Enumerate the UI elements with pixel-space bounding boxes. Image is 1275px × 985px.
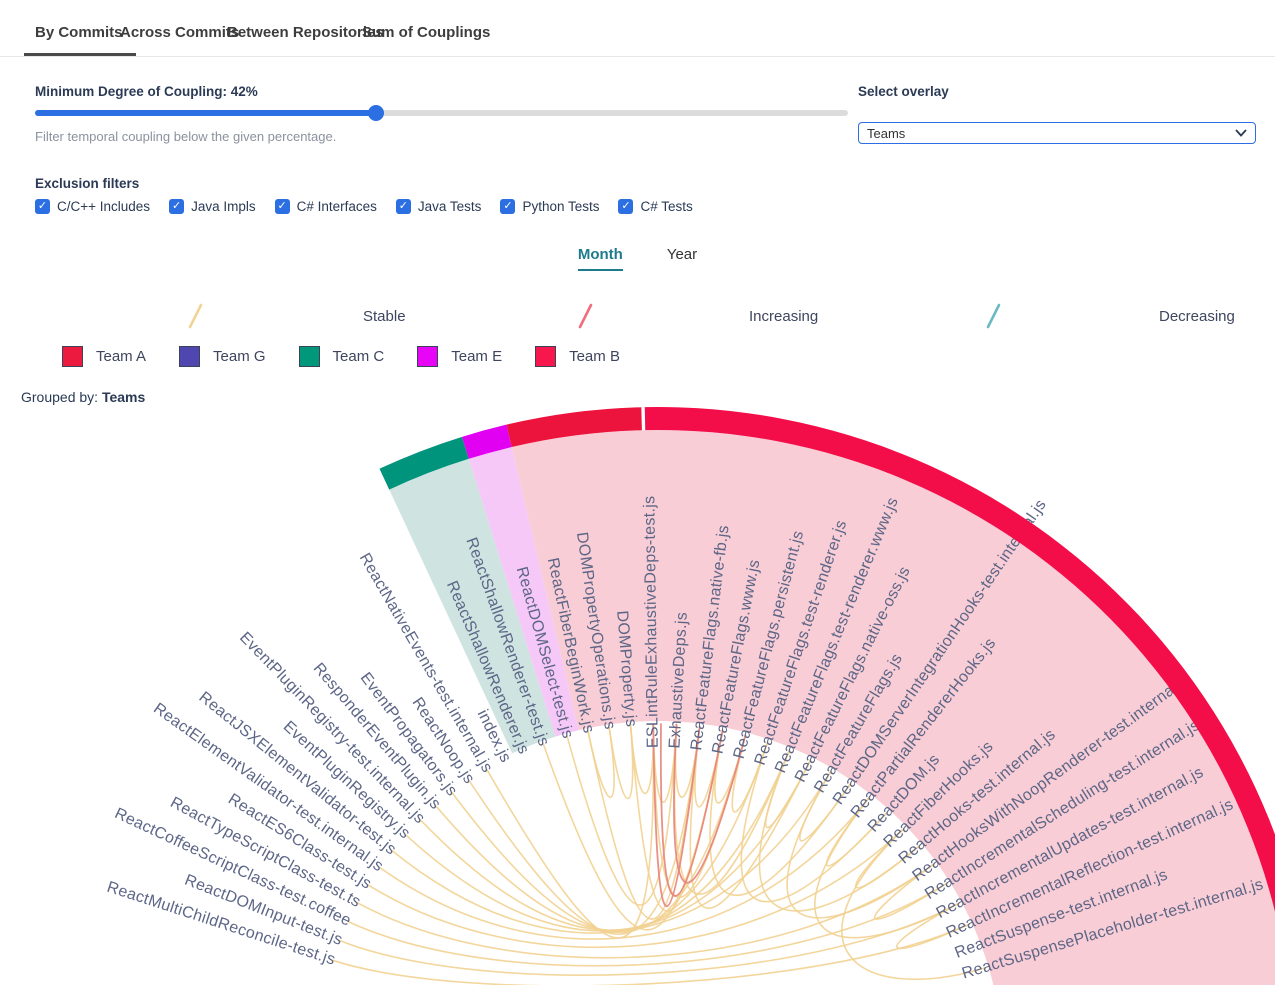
stable-line-icon bbox=[185, 302, 207, 330]
tab-sum-of-couplings[interactable]: Sum of Couplings bbox=[362, 24, 490, 41]
exclusion-filter-group: ✓ C/C++ Includes ✓ Java Impls ✓ C# Interfaces… bbox=[35, 199, 693, 214]
overlay-select[interactable]: Teams bbox=[858, 122, 1256, 144]
trend-label-decreasing: Decreasing bbox=[1159, 308, 1235, 325]
team-label: Team G bbox=[213, 348, 266, 365]
checkbox-c-interfaces[interactable]: ✓ bbox=[275, 199, 290, 214]
filter-c-interfaces[interactable]: ✓ C# Interfaces bbox=[275, 199, 377, 214]
coupling-edge bbox=[392, 771, 831, 933]
period-month[interactable]: Month bbox=[578, 246, 623, 271]
filter-python-tests[interactable]: ✓ Python Tests bbox=[500, 199, 599, 214]
slider-fill bbox=[35, 110, 376, 116]
coupling-help-text: Filter temporal coupling below the given… bbox=[35, 129, 336, 144]
checkbox-java-impls[interactable]: ✓ bbox=[169, 199, 184, 214]
app-page: ReactMultiChildReconcile-test.jsReactDOM… bbox=[0, 0, 1275, 985]
filter-label: C/C++ Includes bbox=[57, 199, 150, 214]
legend-team-a: Team A bbox=[62, 346, 146, 367]
team-label: Team E bbox=[451, 348, 502, 365]
checkbox-c-tests[interactable]: ✓ bbox=[618, 199, 633, 214]
swatch-team-a bbox=[62, 346, 83, 367]
filter-java-tests[interactable]: ✓ Java Tests bbox=[396, 199, 482, 214]
coupling-slider[interactable] bbox=[35, 105, 848, 121]
filter-label: Java Impls bbox=[191, 199, 256, 214]
coupling-slider-label: Minimum Degree of Coupling: 42% bbox=[35, 84, 258, 99]
coupling-edge bbox=[357, 864, 934, 958]
filter-label: Python Tests bbox=[522, 199, 599, 214]
overlay-select-value: Teams bbox=[867, 126, 905, 141]
filter-label: C# Tests bbox=[640, 199, 692, 214]
checkbox-c-c-includes[interactable]: ✓ bbox=[35, 199, 50, 214]
swatch-team-g bbox=[179, 346, 200, 367]
coupling-edge bbox=[406, 760, 811, 931]
team-label: Team A bbox=[96, 348, 146, 365]
period-toggle: Month Year bbox=[0, 246, 1275, 271]
team-legend: Team A Team G Team C Team E Team B bbox=[62, 346, 620, 367]
tab-between-repositories[interactable]: Between Repositories bbox=[227, 24, 384, 41]
slider-thumb[interactable] bbox=[368, 105, 384, 121]
legend-team-c: Team C bbox=[299, 346, 385, 367]
trend-label-increasing: Increasing bbox=[749, 308, 818, 325]
trend-label-stable: Stable bbox=[363, 308, 406, 325]
team-label: Team B bbox=[569, 348, 620, 365]
filter-label: Java Tests bbox=[418, 199, 482, 214]
swatch-team-b bbox=[535, 346, 556, 367]
tab-bar: By CommitsAcross CommitsBetween Reposito… bbox=[0, 0, 1275, 57]
slider-track[interactable] bbox=[35, 110, 848, 116]
overlay-label: Select overlay bbox=[858, 84, 949, 99]
increasing-line-icon bbox=[575, 302, 597, 330]
filter-c-tests[interactable]: ✓ C# Tests bbox=[618, 199, 692, 214]
exclusion-filters-label: Exclusion filters bbox=[35, 176, 139, 191]
chevron-down-icon bbox=[1235, 129, 1247, 137]
swatch-team-c bbox=[299, 346, 320, 367]
grouped-by-prefix: Grouped by: bbox=[21, 389, 98, 405]
file-label[interactable]: ESLintRuleExhaustiveDeps-test.js bbox=[641, 496, 662, 749]
filter-label: C# Interfaces bbox=[297, 199, 377, 214]
grouped-by: Grouped by: Teams bbox=[21, 389, 145, 405]
legend-team-e: Team E bbox=[417, 346, 502, 367]
filter-java-impls[interactable]: ✓ Java Impls bbox=[169, 199, 256, 214]
legend-team-g: Team G bbox=[179, 346, 266, 367]
tab-across-commits[interactable]: Across Commits bbox=[120, 24, 239, 41]
grouped-by-value: Teams bbox=[102, 389, 145, 405]
decreasing-line-icon bbox=[983, 302, 1005, 330]
team-label: Team C bbox=[333, 348, 385, 365]
filter-c-c-includes[interactable]: ✓ C/C++ Includes bbox=[35, 199, 150, 214]
swatch-team-e bbox=[417, 346, 438, 367]
tab-by-commits[interactable]: By Commits bbox=[35, 24, 123, 41]
temporal-coupling-radial-chart: ReactMultiChildReconcile-test.jsReactDOM… bbox=[0, 0, 1275, 985]
coupling-edge bbox=[452, 735, 745, 932]
period-year[interactable]: Year bbox=[667, 246, 697, 271]
checkbox-java-tests[interactable]: ✓ bbox=[396, 199, 411, 214]
checkbox-python-tests[interactable]: ✓ bbox=[500, 199, 515, 214]
legend-team-b: Team B bbox=[535, 346, 620, 367]
